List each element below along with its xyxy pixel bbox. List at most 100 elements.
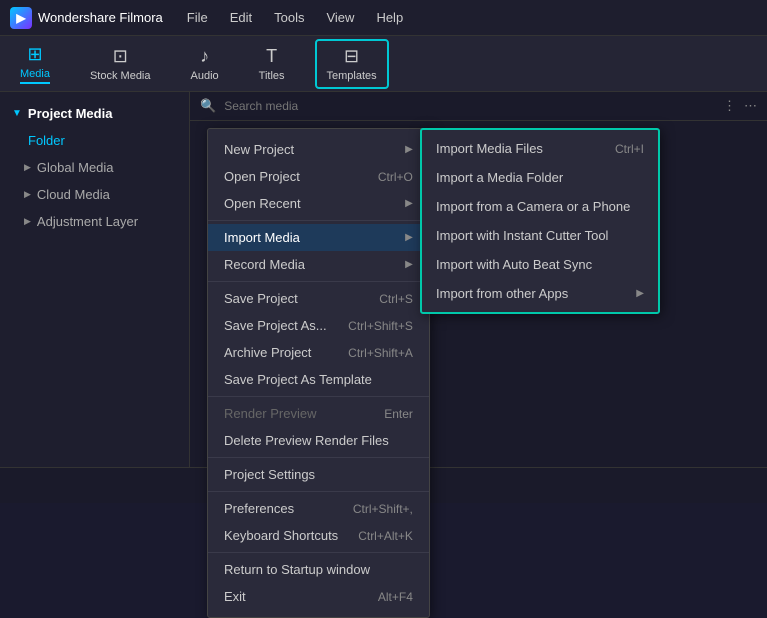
save-project-as-label: Save Project As... bbox=[224, 318, 327, 333]
filter-icon[interactable]: ⋮ bbox=[723, 98, 736, 114]
menu-edit[interactable]: Edit bbox=[220, 6, 262, 29]
menu-keyboard-shortcuts[interactable]: Keyboard Shortcuts Ctrl+Alt+K bbox=[208, 522, 429, 549]
menu-help[interactable]: Help bbox=[366, 6, 413, 29]
tab-media-label: Media bbox=[20, 68, 50, 84]
submenu-import-other-apps[interactable]: Import from other Apps ▶ bbox=[422, 279, 658, 308]
menu-open-project[interactable]: Open Project Ctrl+O bbox=[208, 163, 429, 190]
archive-project-shortcut: Ctrl+Shift+A bbox=[348, 346, 413, 360]
file-menu-section-4: Render Preview Enter Delete Preview Rend… bbox=[208, 397, 429, 458]
sidebar-adj-arrow: ▶ bbox=[24, 216, 31, 227]
import-camera-label: Import from a Camera or a Phone bbox=[436, 199, 630, 214]
open-project-shortcut: Ctrl+O bbox=[378, 170, 413, 184]
preferences-shortcut: Ctrl+Shift+, bbox=[353, 502, 413, 516]
keyboard-shortcuts-label: Keyboard Shortcuts bbox=[224, 528, 338, 543]
menu-new-project[interactable]: New Project ▶ bbox=[208, 136, 429, 163]
save-as-template-label: Save Project As Template bbox=[224, 372, 372, 387]
search-input[interactable] bbox=[224, 99, 715, 113]
tab-bar: ⊞ Media ⊡ Stock Media ♪ Audio T Titles ⊟… bbox=[0, 36, 767, 92]
title-bar: ▶ Wondershare Filmora File Edit Tools Vi… bbox=[0, 0, 767, 36]
file-menu-section-5: Project Settings bbox=[208, 458, 429, 492]
menu-exit[interactable]: Exit Alt+F4 bbox=[208, 583, 429, 610]
sidebar-cloud-media[interactable]: ▶ Cloud Media bbox=[0, 181, 189, 208]
file-menu-section-7: Return to Startup window Exit Alt+F4 bbox=[208, 553, 429, 613]
menu-return-startup[interactable]: Return to Startup window bbox=[208, 556, 429, 583]
search-icon: 🔍 bbox=[200, 98, 216, 114]
menu-project-settings[interactable]: Project Settings bbox=[208, 461, 429, 488]
tab-titles[interactable]: T Titles bbox=[249, 41, 295, 87]
submenu-import-instant-cutter[interactable]: Import with Instant Cutter Tool bbox=[422, 221, 658, 250]
submenu-import-folder[interactable]: Import a Media Folder bbox=[422, 163, 658, 192]
menu-save-as-template[interactable]: Save Project As Template bbox=[208, 366, 429, 393]
more-icon[interactable]: ⋯ bbox=[744, 98, 757, 114]
menu-open-recent[interactable]: Open Recent ▶ bbox=[208, 190, 429, 217]
media-icon: ⊞ bbox=[27, 44, 42, 65]
menu-tools[interactable]: Tools bbox=[264, 6, 314, 29]
file-menu-section-3: Save Project Ctrl+S Save Project As... C… bbox=[208, 282, 429, 397]
menu-preferences[interactable]: Preferences Ctrl+Shift+, bbox=[208, 495, 429, 522]
open-recent-arrow: ▶ bbox=[405, 198, 413, 209]
sidebar: ▼ Project Media Folder ▶ Global Media ▶ … bbox=[0, 92, 190, 467]
import-other-apps-arrow: ▶ bbox=[636, 288, 644, 299]
menu-archive-project[interactable]: Archive Project Ctrl+Shift+A bbox=[208, 339, 429, 366]
preferences-label: Preferences bbox=[224, 501, 294, 516]
tab-media[interactable]: ⊞ Media bbox=[10, 39, 60, 89]
save-project-label: Save Project bbox=[224, 291, 298, 306]
project-settings-label: Project Settings bbox=[224, 467, 315, 482]
menu-render-preview[interactable]: Render Preview Enter bbox=[208, 400, 429, 427]
titles-icon: T bbox=[266, 46, 277, 67]
import-other-apps-label: Import from other Apps bbox=[436, 286, 568, 301]
new-project-label: New Project bbox=[224, 142, 294, 157]
file-dropdown-menu: New Project ▶ Open Project Ctrl+O Open R… bbox=[207, 128, 430, 618]
file-menu-section-1: New Project ▶ Open Project Ctrl+O Open R… bbox=[208, 133, 429, 221]
file-menu-section-2: Import Media ▶ Record Media ▶ bbox=[208, 221, 429, 282]
import-folder-label: Import a Media Folder bbox=[436, 170, 563, 185]
sidebar-folder[interactable]: Folder bbox=[0, 127, 189, 154]
render-preview-shortcut: Enter bbox=[384, 407, 413, 421]
tab-audio[interactable]: ♪ Audio bbox=[181, 41, 229, 87]
sidebar-header: ▼ Project Media bbox=[0, 100, 189, 127]
archive-project-label: Archive Project bbox=[224, 345, 311, 360]
stock-media-icon: ⊡ bbox=[113, 46, 128, 67]
tab-titles-label: Titles bbox=[259, 70, 285, 82]
tab-stock-media[interactable]: ⊡ Stock Media bbox=[80, 41, 161, 87]
file-menu-section-6: Preferences Ctrl+Shift+, Keyboard Shortc… bbox=[208, 492, 429, 553]
tab-templates[interactable]: ⊟ Templates bbox=[315, 39, 389, 89]
exit-label: Exit bbox=[224, 589, 246, 604]
tab-stock-label: Stock Media bbox=[90, 70, 151, 82]
sidebar-global-media[interactable]: ▶ Global Media bbox=[0, 154, 189, 181]
app-logo: ▶ Wondershare Filmora bbox=[10, 7, 163, 29]
submenu-import-files[interactable]: Import Media Files Ctrl+I bbox=[422, 134, 658, 163]
submenu-import-auto-beat[interactable]: Import with Auto Beat Sync bbox=[422, 250, 658, 279]
record-media-arrow: ▶ bbox=[405, 259, 413, 270]
submenu-import-camera[interactable]: Import from a Camera or a Phone bbox=[422, 192, 658, 221]
menu-bar: File Edit Tools View Help bbox=[177, 6, 413, 29]
open-project-label: Open Project bbox=[224, 169, 300, 184]
menu-save-project[interactable]: Save Project Ctrl+S bbox=[208, 285, 429, 312]
app-name: Wondershare Filmora bbox=[38, 10, 163, 25]
return-startup-label: Return to Startup window bbox=[224, 562, 370, 577]
menu-delete-preview[interactable]: Delete Preview Render Files bbox=[208, 427, 429, 454]
import-instant-cutter-label: Import with Instant Cutter Tool bbox=[436, 228, 608, 243]
menu-save-project-as[interactable]: Save Project As... Ctrl+Shift+S bbox=[208, 312, 429, 339]
sidebar-arrow: ▼ bbox=[12, 108, 22, 119]
import-files-shortcut: Ctrl+I bbox=[615, 142, 644, 156]
sidebar-adjustment-layer[interactable]: ▶ Adjustment Layer bbox=[0, 208, 189, 235]
audio-icon: ♪ bbox=[200, 46, 209, 67]
menu-view[interactable]: View bbox=[316, 6, 364, 29]
new-project-arrow: ▶ bbox=[405, 144, 413, 155]
delete-preview-label: Delete Preview Render Files bbox=[224, 433, 389, 448]
import-media-submenu: Import Media Files Ctrl+I Import a Media… bbox=[420, 128, 660, 314]
menu-import-media[interactable]: Import Media ▶ bbox=[208, 224, 429, 251]
search-bar: 🔍 ⋮ ⋯ bbox=[190, 92, 767, 121]
main-area: ▼ Project Media Folder ▶ Global Media ▶ … bbox=[0, 92, 767, 467]
menu-file[interactable]: File bbox=[177, 6, 218, 29]
exit-shortcut: Alt+F4 bbox=[378, 590, 413, 604]
templates-icon: ⊟ bbox=[344, 46, 359, 67]
save-project-as-shortcut: Ctrl+Shift+S bbox=[348, 319, 413, 333]
tab-templates-label: Templates bbox=[327, 70, 377, 82]
sidebar-cloud-arrow: ▶ bbox=[24, 189, 31, 200]
import-media-arrow: ▶ bbox=[405, 232, 413, 243]
menu-record-media[interactable]: Record Media ▶ bbox=[208, 251, 429, 278]
keyboard-shortcuts-shortcut: Ctrl+Alt+K bbox=[358, 529, 413, 543]
tab-audio-label: Audio bbox=[191, 70, 219, 82]
